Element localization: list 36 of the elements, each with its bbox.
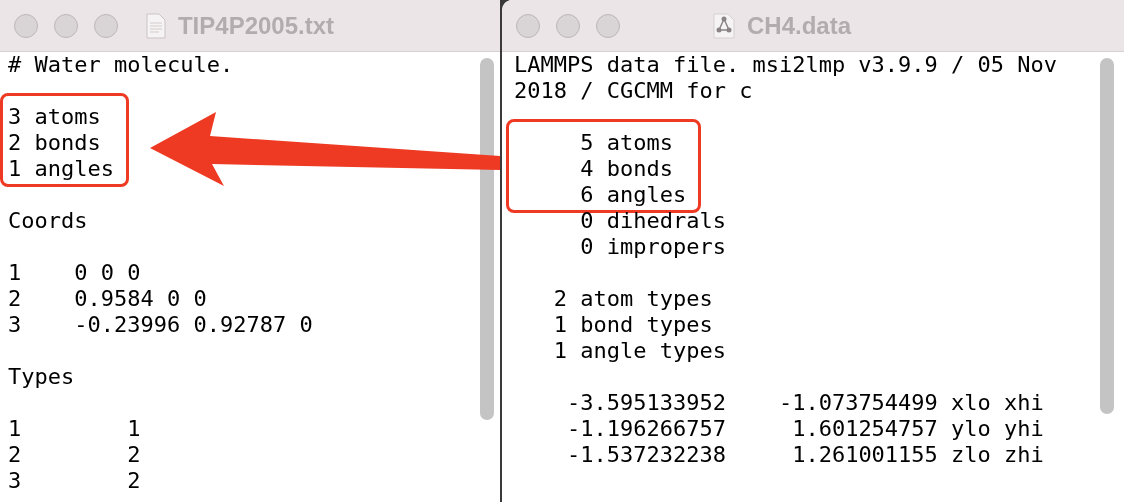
window-control-button[interactable]: [14, 13, 38, 38]
text-line: LAMMPS data file. msi2lmp v3.9.9 / 05 Nov 2018 / CGCMM for c: [514, 52, 1059, 104]
scrollbar-thumb[interactable]: [480, 58, 494, 420]
text-line: 2 2: [8, 442, 141, 468]
window-control-button[interactable]: [556, 13, 580, 38]
text-line: 4 bonds: [579, 156, 673, 182]
text-line: -1.196266757 1.601254757 ylo yhi: [566, 416, 1044, 442]
text-line: 1 angles: [8, 156, 114, 182]
text-line: 2 0.9584 0 0: [8, 286, 207, 312]
window-title: CH4.data: [747, 10, 851, 41]
text-line: Types: [8, 364, 75, 390]
window-control-button[interactable]: [94, 13, 118, 38]
window-title: TIP4P2005.txt: [177, 10, 335, 41]
text-line: # Water molecule.: [8, 52, 234, 78]
text-line: 5 atoms: [579, 130, 673, 156]
document-icon: [145, 12, 166, 39]
text-line: 6 angles: [579, 182, 687, 208]
text-line: 1 angle types: [552, 338, 726, 364]
text-line: -1.537232238 1.261001155 zlo zhi: [566, 442, 1044, 468]
text-line: 1 1: [8, 416, 141, 442]
text-line: 0 dihedrals: [579, 208, 726, 234]
text-line: 2 atom types: [552, 286, 713, 312]
text-line: Coords: [8, 208, 88, 234]
text-line: 1 0 0 0: [8, 260, 141, 286]
text-line: 2 bonds: [8, 130, 101, 156]
text-line: 0 impropers: [579, 234, 726, 260]
scrollbar-thumb[interactable]: [1100, 58, 1114, 414]
window-control-button[interactable]: [54, 13, 78, 38]
text-line: 3 atoms: [8, 104, 101, 130]
window-control-button[interactable]: [516, 13, 540, 38]
text-line: 3 -0.23996 0.92787 0: [8, 312, 313, 338]
text-line: -3.595133952 -1.073754499 xlo xhi: [566, 390, 1044, 416]
molecule-icon: [713, 12, 735, 39]
text-line: 1 bond types: [552, 312, 713, 338]
window-control-button[interactable]: [596, 13, 620, 38]
text-line: 3 2: [8, 468, 141, 494]
